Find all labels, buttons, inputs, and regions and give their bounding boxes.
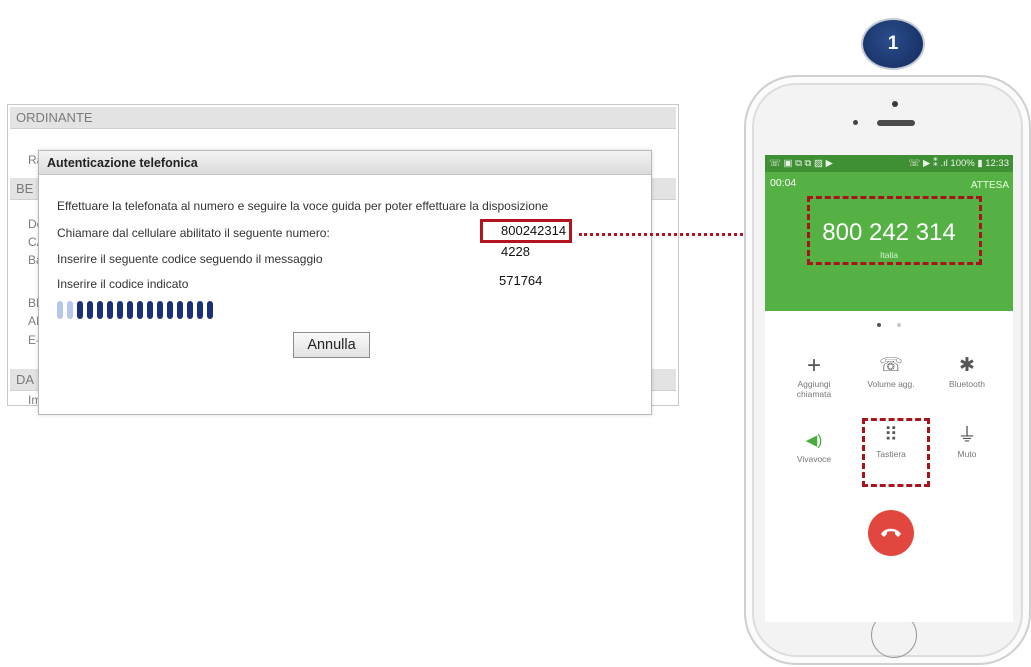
- call-timer: 00:04: [770, 177, 797, 189]
- speaker-icon: ◀): [805, 432, 823, 449]
- call-state: ATTESA: [970, 180, 1009, 191]
- step-number-badge: 1: [861, 18, 925, 70]
- progress-segment: [177, 301, 183, 319]
- bluetooth-label: Bluetooth: [949, 379, 985, 389]
- bluetooth-icon: ✱: [959, 355, 975, 376]
- phone-auth-dialog: Autenticazione telefonica Effettuare la …: [38, 150, 652, 415]
- progress-segment: [117, 301, 123, 319]
- volume-phone-icon: ☏: [879, 355, 903, 376]
- progress-segment: [197, 301, 203, 319]
- progress-segment: [97, 301, 103, 319]
- progress-segment: [57, 301, 63, 319]
- section-header-ordinante: ORDINANTE: [10, 107, 676, 129]
- page-indicator: [877, 323, 901, 327]
- number-highlight-box: [807, 196, 982, 265]
- bluetooth-button[interactable]: ✱ Bluetooth: [932, 353, 1002, 389]
- progress-segment: [147, 301, 153, 319]
- progress-segment: [137, 301, 143, 319]
- cancel-button[interactable]: Annulla: [293, 332, 370, 358]
- status-indicators: ☏ ▶ ⁑ .ıl 100% ▮ 12:33: [908, 158, 1009, 169]
- earpiece-speaker: [877, 120, 915, 126]
- page-dot: [897, 323, 901, 327]
- progress-segment: [187, 301, 193, 319]
- sensor-dot: [853, 120, 858, 125]
- status-bar: ☏ ▣ ⧉ ⧉ ▨ ▶ ☏ ▶ ⁑ .ıl 100% ▮ 12:33: [765, 155, 1013, 172]
- progress-segment: [87, 301, 93, 319]
- progress-segment: [107, 301, 113, 319]
- progress-segment: [127, 301, 133, 319]
- front-camera: [892, 101, 898, 107]
- progress-segment: [157, 301, 163, 319]
- hang-up-icon: [881, 528, 901, 537]
- number-highlight-box: [480, 219, 572, 243]
- notification-icons: ☏ ▣ ⧉ ⧉ ▨ ▶: [769, 158, 833, 169]
- indicated-code-label: Inserire il codice indicato: [57, 277, 189, 291]
- plus-icon: +: [806, 352, 821, 379]
- page-dot-active: [877, 323, 881, 327]
- speakerphone-button[interactable]: ◀) Vivavoce: [779, 428, 849, 464]
- progress-segment: [67, 301, 73, 319]
- code-value: 4228: [501, 244, 530, 259]
- mute-button[interactable]: ⏚ Muto: [932, 423, 1002, 459]
- mute-label: Muto: [957, 449, 977, 459]
- volume-boost-label: Volume agg.: [867, 379, 915, 389]
- phone-screen: ☏ ▣ ⧉ ⧉ ▨ ▶ ☏ ▶ ⁑ .ıl 100% ▮ 12:33 00:04…: [765, 155, 1013, 622]
- dialog-title: Autenticazione telefonica: [39, 151, 651, 175]
- code-label: Inserire il seguente codice seguendo il …: [57, 252, 323, 266]
- add-call-label: Aggiungi chiamata: [796, 379, 832, 399]
- volume-boost-button[interactable]: ☏ Volume agg.: [856, 353, 926, 389]
- speakerphone-label: Vivavoce: [796, 454, 832, 464]
- add-call-button[interactable]: + Aggiungi chiamata: [779, 352, 849, 400]
- end-call-button[interactable]: [868, 510, 914, 556]
- progress-indicator: [57, 301, 213, 321]
- progress-segment: [167, 301, 173, 319]
- progress-segment: [77, 301, 83, 319]
- progress-segment: [207, 301, 213, 319]
- call-number-label: Chiamare dal cellulare abilitato il segu…: [57, 226, 330, 240]
- indicated-code-value: 571764: [499, 273, 543, 288]
- keypad-highlight-box: [862, 418, 930, 487]
- mute-icon: ⏚: [957, 425, 977, 446]
- dialog-instruction: Effettuare la telefonata al numero e seg…: [57, 199, 549, 213]
- active-call-panel: 00:04 ATTESA 800 242 314 Italia: [765, 172, 1013, 311]
